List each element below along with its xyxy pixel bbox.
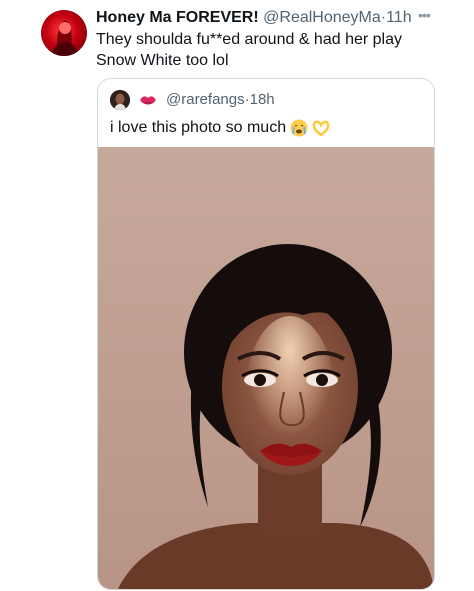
crying-face-icon <box>290 119 308 137</box>
heart-hands-icon <box>312 119 330 137</box>
quoted-tweet[interactable]: @rarefangs · 18h i love this photo so much <box>97 78 435 590</box>
tweet[interactable]: Honey Ma FOREVER! @RealHoneyMa·11h ••• T… <box>0 0 474 591</box>
tweet-text-line: Snow White too lol <box>96 52 229 69</box>
more-horizontal-icon[interactable]: ••• <box>414 8 434 28</box>
quoted-tweet-header: @rarefangs · 18h <box>110 89 275 111</box>
quoted-tweet-text: i love this photo so much <box>110 117 330 139</box>
quoted-tweet-text-content: i love this photo so much <box>110 119 287 136</box>
tweet-text: They shoulda fu**ed around & had her pla… <box>96 29 436 71</box>
quoted-author-handle[interactable]: @rarefangs <box>166 89 245 111</box>
kiss-mark-icon <box>138 91 158 109</box>
tweet-time[interactable]: 11h <box>386 9 412 26</box>
quoted-photo[interactable] <box>98 147 434 589</box>
quoted-tweet-time[interactable]: 18h <box>250 89 275 111</box>
tweet-text-line: They shoulda fu**ed around & had her pla… <box>96 31 402 48</box>
author-handle[interactable]: @RealHoneyMa <box>263 9 381 26</box>
author-name[interactable]: Honey Ma FOREVER! <box>96 9 259 26</box>
quoted-author-avatar[interactable] <box>110 90 130 110</box>
tweet-header: Honey Ma FOREVER! @RealHoneyMa·11h <box>96 8 434 28</box>
author-avatar[interactable] <box>41 10 87 56</box>
